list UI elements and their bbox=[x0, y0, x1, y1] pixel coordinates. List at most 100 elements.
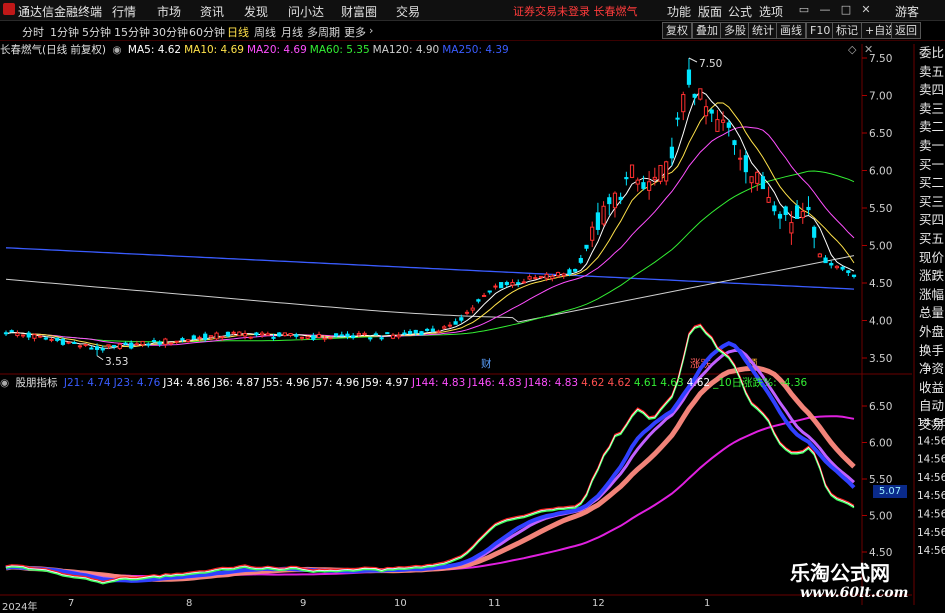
menu-item-quotes[interactable]: 行情 bbox=[112, 3, 136, 20]
candle-body bbox=[459, 317, 464, 321]
candle-body bbox=[157, 341, 162, 345]
candle-body bbox=[692, 93, 697, 98]
menu-options[interactable]: 选项 bbox=[759, 3, 783, 20]
candle-body bbox=[72, 342, 77, 345]
settings-diamond-icon[interactable]: ◇ bbox=[848, 43, 856, 56]
candle-body bbox=[743, 155, 748, 173]
candle-body bbox=[840, 266, 845, 270]
candle-body bbox=[789, 222, 794, 234]
minimize-icon[interactable]: — bbox=[817, 2, 833, 18]
candle-body bbox=[709, 109, 714, 114]
stats-button[interactable]: 统计 bbox=[748, 22, 778, 39]
close-icon[interactable]: ✕ bbox=[858, 2, 874, 18]
candle-body bbox=[203, 333, 208, 340]
candle-body bbox=[294, 334, 299, 337]
price-axis-label: 4.50 bbox=[869, 278, 892, 290]
menu-layout[interactable]: 版面 bbox=[698, 3, 722, 20]
candle-body bbox=[493, 285, 498, 288]
period-15min[interactable]: 15分钟 bbox=[114, 24, 150, 40]
info-row-4: 卖二 bbox=[919, 119, 945, 135]
overlay-button[interactable]: 叠加 bbox=[692, 22, 722, 39]
candle-body bbox=[721, 119, 726, 123]
period-weekly[interactable]: 周线 bbox=[254, 24, 276, 40]
menu-item-discover[interactable]: 发现 bbox=[244, 3, 268, 20]
f10-button[interactable]: F10 bbox=[806, 22, 835, 39]
period-30min[interactable]: 30分钟 bbox=[152, 24, 188, 40]
menu-item-trade[interactable]: 交易 bbox=[396, 3, 420, 20]
candle-body bbox=[379, 337, 384, 340]
login-notice: 证券交易未登录 长春燃气 bbox=[513, 5, 638, 18]
indicator-legend-item-3: J36: 4.87 bbox=[213, 377, 260, 389]
more-chevron-icon[interactable]: › bbox=[369, 24, 373, 37]
menu-item-wealth[interactable]: 财富圈 bbox=[341, 3, 377, 20]
info-row-13: 涨幅 bbox=[919, 286, 945, 302]
candle-body bbox=[629, 164, 635, 178]
candle-body bbox=[407, 331, 413, 335]
close-panel-icon[interactable]: ✕ bbox=[864, 43, 873, 56]
menu-item-market[interactable]: 市场 bbox=[157, 3, 181, 20]
candle-body bbox=[550, 275, 555, 279]
menu-bar: 通达信金融终端 行情 市场 资讯 发现 问小达 财富圈 交易 证券交易未登录 长… bbox=[0, 0, 945, 21]
period-intraday[interactable]: 分时 bbox=[22, 24, 44, 40]
menu-function[interactable]: 功能 bbox=[667, 3, 691, 20]
period-monthly[interactable]: 月线 bbox=[281, 24, 303, 40]
candle-body bbox=[339, 334, 344, 337]
info-row-19[interactable]: 自动 bbox=[919, 397, 945, 415]
watermark-title: 乐淘公式网 bbox=[790, 561, 890, 585]
mark-button[interactable]: 标记 bbox=[832, 22, 862, 39]
candle-body bbox=[681, 94, 686, 113]
date-label-4: 10 bbox=[394, 598, 407, 609]
multi-stock-button[interactable]: 多股 bbox=[720, 22, 750, 39]
info-row-14: 总量 bbox=[919, 305, 945, 321]
candle-body bbox=[601, 205, 606, 225]
indicator-legend-item-5: J57: 4.96 bbox=[312, 377, 360, 389]
candle-body bbox=[777, 213, 783, 219]
ma-legend-item-1: MA10: 4.69 bbox=[184, 44, 244, 56]
period-5min[interactable]: 5分钟 bbox=[82, 24, 111, 40]
info-row-16: 换手 bbox=[919, 342, 945, 358]
indicator-slow-line bbox=[5, 415, 855, 578]
candle-body bbox=[231, 331, 236, 334]
indicator-title: 股朋指标 bbox=[15, 377, 58, 389]
candle-body bbox=[612, 192, 618, 209]
candle-body bbox=[260, 332, 265, 336]
window-menu-icon[interactable]: ▭ bbox=[796, 2, 812, 18]
dropdown-icon[interactable]: ◉ bbox=[112, 44, 121, 56]
menu-formula[interactable]: 公式 bbox=[728, 3, 752, 20]
menu-item-ask[interactable]: 问小达 bbox=[288, 3, 324, 20]
candle-body bbox=[197, 336, 202, 339]
candle-body bbox=[453, 321, 458, 325]
period-1min[interactable]: 1分钟 bbox=[50, 24, 79, 40]
candle-body bbox=[277, 332, 282, 337]
info-row-6: 买一 bbox=[919, 156, 945, 172]
indicator-axis-label: 6.50 bbox=[869, 401, 892, 413]
candle-body bbox=[698, 88, 703, 100]
maximize-icon[interactable]: □ bbox=[838, 2, 854, 18]
indicator-settings-icon[interactable]: ◉ bbox=[0, 377, 9, 389]
kline-chart[interactable]: 7.503.53 财涨跌预 7.507.006.506.005.505.004.5… bbox=[0, 40, 945, 609]
indicator-band-line bbox=[5, 365, 856, 582]
candle-body bbox=[117, 343, 122, 349]
period-60min[interactable]: 60分钟 bbox=[189, 24, 225, 40]
candle-body bbox=[817, 253, 822, 258]
indicator-fast-green-line bbox=[5, 325, 855, 585]
indicator-legend-item-10: 4.62 bbox=[581, 377, 605, 389]
back-button[interactable]: 返回 bbox=[891, 22, 921, 39]
indicator-axis-label: 5.00 bbox=[869, 511, 892, 523]
candle-body bbox=[106, 344, 111, 347]
draw-line-button[interactable]: 画线 bbox=[776, 22, 806, 39]
period-multi[interactable]: 多周期 bbox=[307, 24, 340, 40]
candle-body bbox=[385, 332, 390, 335]
ma60-line bbox=[5, 170, 855, 343]
candle-body bbox=[641, 182, 646, 189]
candle-body bbox=[208, 335, 213, 338]
candle-body bbox=[305, 336, 310, 339]
period-more[interactable]: 更多 bbox=[344, 24, 366, 40]
period-daily[interactable]: 日线 bbox=[227, 24, 249, 40]
guest-user[interactable]: 游客 bbox=[895, 3, 919, 20]
adjust-button[interactable]: 复权 bbox=[662, 22, 692, 39]
candle-body bbox=[664, 161, 669, 182]
candle-body bbox=[271, 336, 276, 339]
info-row-20[interactable]: 交易 bbox=[919, 416, 945, 434]
menu-item-news[interactable]: 资讯 bbox=[200, 3, 224, 20]
